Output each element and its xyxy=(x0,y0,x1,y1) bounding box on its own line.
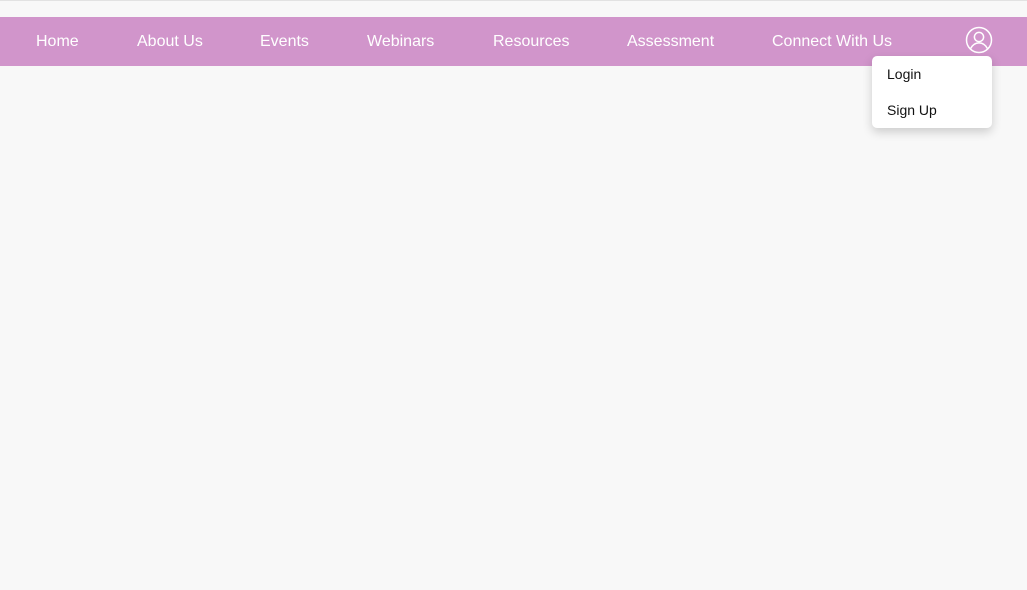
user-account-button[interactable] xyxy=(965,26,993,54)
nav-item-webinars[interactable]: Webinars xyxy=(367,17,434,66)
nav-item-about-us[interactable]: About Us xyxy=(137,17,203,66)
nav-item-resources[interactable]: Resources xyxy=(493,17,569,66)
nav-item-events[interactable]: Events xyxy=(260,17,309,66)
main-content xyxy=(0,66,1027,590)
nav-item-home[interactable]: Home xyxy=(36,17,79,66)
nav-item-assessment[interactable]: Assessment xyxy=(627,17,714,66)
login-link[interactable]: Login xyxy=(887,66,921,82)
user-circle-icon xyxy=(965,26,993,54)
sign-up-link[interactable]: Sign Up xyxy=(887,102,937,118)
user-dropdown-menu: Login Sign Up xyxy=(872,56,992,128)
top-strip xyxy=(0,0,1027,17)
